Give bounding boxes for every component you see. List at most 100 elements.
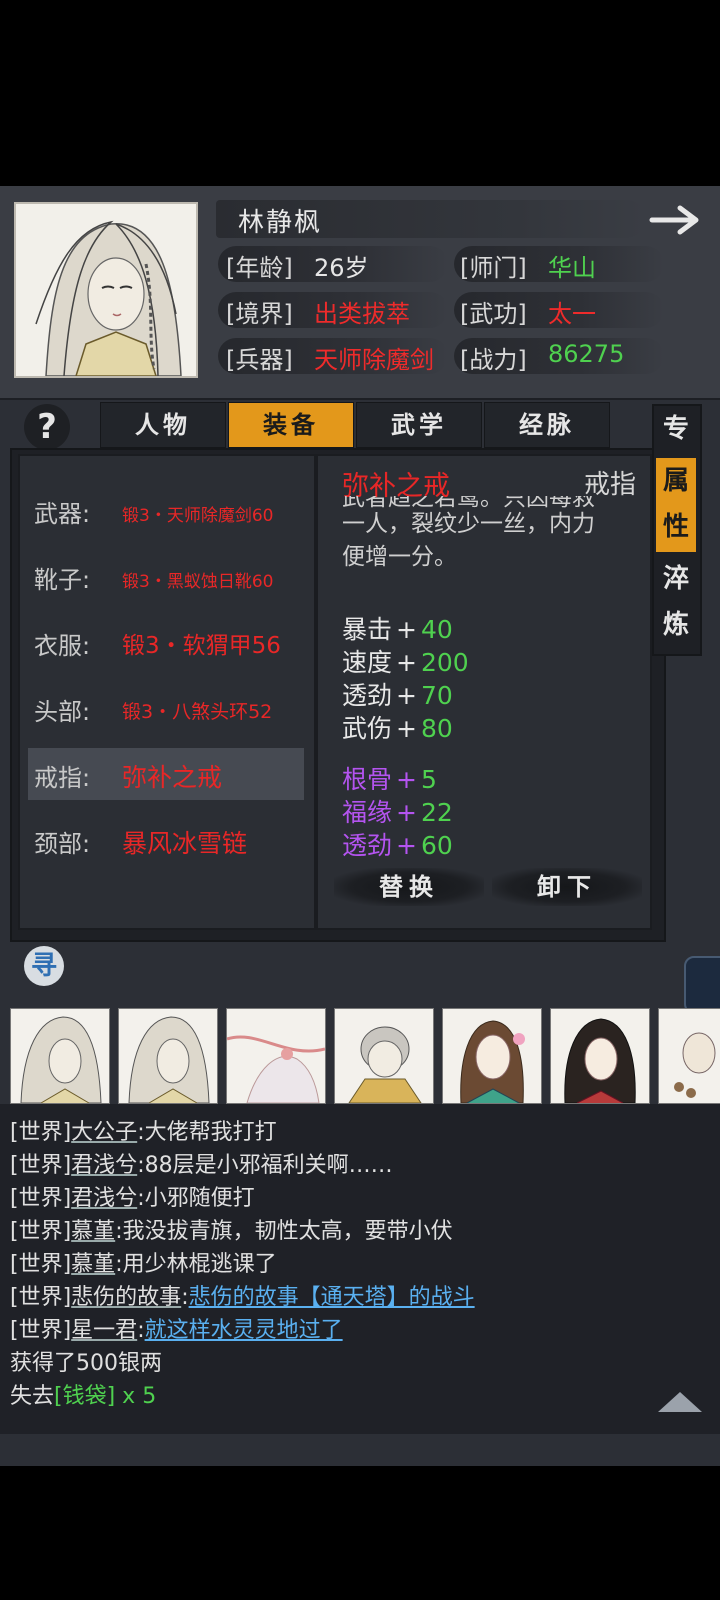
extra-bonus-row: 福缘 +22 xyxy=(342,793,453,829)
chat-link[interactable]: 就这样水灵灵地过了 xyxy=(145,1318,343,1343)
bonus-value: 60 xyxy=(420,831,453,860)
chat-line: [世界]君浅兮:小邪随便打 xyxy=(10,1180,255,1212)
slot-label: 衣服: xyxy=(34,632,91,660)
chat-user[interactable]: 悲伤的故事 xyxy=(71,1285,181,1310)
bonus-value: 200 xyxy=(420,648,469,677)
extra-bonus-row: 透劲 +60 xyxy=(342,826,453,862)
item-count: x 5 xyxy=(115,1384,157,1409)
stat-label-weapon: [兵器] xyxy=(226,346,293,374)
desc-line: 一人，裂纹少一丝，内力 xyxy=(342,511,595,537)
chat-channel: [世界] xyxy=(10,1120,72,1145)
side-tab-label: 淬炼 xyxy=(662,564,689,640)
party-avatar[interactable] xyxy=(658,1008,720,1104)
chat-log[interactable]: [世界]大公子:大佬帮我打打 [世界]君浅兮:88层是小邪福利关啊…… [世界]… xyxy=(0,1104,720,1434)
bonus-label: 透劲 xyxy=(342,681,393,710)
slot-item: 锻3・天师除魔剑60 xyxy=(122,506,274,526)
chat-user[interactable]: 慕堇 xyxy=(71,1219,115,1244)
slot-label: 颈部: xyxy=(34,830,91,858)
stat-value-age: 26岁 xyxy=(314,254,369,282)
party-avatar[interactable] xyxy=(442,1008,542,1104)
extra-bonus-row: 根骨 +5 xyxy=(342,760,437,796)
party-avatar[interactable] xyxy=(10,1008,110,1104)
scroll-up-icon[interactable] xyxy=(658,1392,702,1412)
system-text: 失去 xyxy=(10,1384,55,1409)
chat-line: [世界]悲伤的故事:悲伤的故事【通天塔】的战斗 xyxy=(10,1279,475,1311)
chat-user[interactable]: 君浅兮 xyxy=(71,1186,137,1211)
slot-label: 靴子: xyxy=(34,566,91,594)
bonus-value: 5 xyxy=(420,765,437,794)
desc-clipped-line: 武者趋之若鹜。只因每救 xyxy=(342,496,595,510)
bonus-label: 根骨 xyxy=(342,765,393,794)
chat-user[interactable]: 君浅兮 xyxy=(71,1153,137,1178)
side-menu-handle[interactable] xyxy=(684,956,720,1014)
bonus-value: 70 xyxy=(420,681,453,710)
bonus-value: 22 xyxy=(420,798,453,827)
stat-value-power: 86275 xyxy=(548,340,625,368)
bonus-plus: + xyxy=(396,648,417,677)
chat-text: :大佬帮我打打 xyxy=(137,1120,277,1145)
seek-icon[interactable]: 寻 xyxy=(24,946,64,986)
item-description[interactable]: 武者趋之若鹜。只因每救 一人，裂纹少一丝，内力 便增一分。 xyxy=(342,496,642,574)
chat-battle-link[interactable]: 悲伤的故事【通天塔】的战斗 xyxy=(189,1285,475,1310)
desc-line: 便增一分。 xyxy=(342,544,457,570)
bonus-value: 40 xyxy=(420,615,453,644)
bonus-plus: + xyxy=(396,714,417,743)
chat-user[interactable]: 星一君 xyxy=(71,1318,137,1343)
game-screen: 林静枫 [年龄] 26岁 [师门] 华山 [境界] 出类拔萃 [武功] 太一 [… xyxy=(0,186,720,1466)
chat-text: :88层是小邪福利关啊…… xyxy=(137,1153,393,1178)
stat-value-sect: 华山 xyxy=(548,254,596,282)
bonus-plus: + xyxy=(396,831,417,860)
equip-slot-armor[interactable]: 衣服: 锻3・软猬甲56 xyxy=(28,616,304,668)
tab-meridians[interactable]: 经脉 xyxy=(484,402,610,448)
arrow-right-icon[interactable] xyxy=(648,200,708,240)
bonus-row: 透劲 +70 xyxy=(342,676,453,712)
bonus-row: 武伤 +80 xyxy=(342,709,453,745)
equip-slot-head[interactable]: 头部: 锻3・八煞头环52 xyxy=(28,682,304,734)
bonus-plus: + xyxy=(396,765,417,794)
chat-channel: [世界] xyxy=(10,1285,72,1310)
side-tab-attributes[interactable]: 属性 xyxy=(656,458,696,552)
character-portrait xyxy=(14,202,198,378)
chat-channel: [世界] xyxy=(10,1186,72,1211)
slot-item: 暴风冰雪链 xyxy=(122,829,248,858)
equip-slot-weapon[interactable]: 武器: 锻3・天师除魔剑60 xyxy=(28,484,304,536)
equip-slot-ring[interactable]: 戒指: 弥补之戒 xyxy=(28,748,304,800)
chat-line: [世界]大公子:大佬帮我打打 xyxy=(10,1114,277,1146)
equip-slot-boots[interactable]: 靴子: 锻3・黑蚁蚀日靴60 xyxy=(28,550,304,602)
chat-user[interactable]: 大公子 xyxy=(71,1120,137,1145)
bonus-plus: + xyxy=(396,615,417,644)
side-tab-label: 属性 xyxy=(662,466,689,542)
slot-label: 武器: xyxy=(34,500,91,528)
chat-text: : xyxy=(137,1318,145,1343)
stat-value-weapon: 天师除魔剑 xyxy=(314,346,434,374)
tab-martial-arts[interactable]: 武学 xyxy=(356,402,482,448)
party-avatar[interactable] xyxy=(118,1008,218,1104)
equip-slot-neck[interactable]: 颈部: 暴风冰雪链 xyxy=(28,814,304,866)
party-avatar[interactable] xyxy=(334,1008,434,1104)
help-button[interactable]: ? xyxy=(24,404,70,450)
party-avatar-strip xyxy=(0,1008,720,1104)
slot-item: 锻3・软猬甲56 xyxy=(122,633,281,659)
chat-text: :小邪随便打 xyxy=(137,1186,255,1211)
party-avatar[interactable] xyxy=(550,1008,650,1104)
item-detail-panel: 弥补之戒 戒指 武者趋之若鹜。只因每救 一人，裂纹少一丝，内力 便增一分。 暴击… xyxy=(316,454,652,930)
replace-button[interactable]: 替换 xyxy=(334,868,484,906)
party-avatar[interactable] xyxy=(226,1008,326,1104)
chat-line: [世界]慕堇:我没拔青旗，韧性太高，要带小伏 xyxy=(10,1213,453,1245)
unequip-button[interactable]: 卸下 xyxy=(492,868,642,906)
item-link[interactable]: [钱袋] xyxy=(54,1384,115,1409)
stat-label-martial: [武功] xyxy=(460,300,527,328)
bonus-plus: + xyxy=(396,681,417,710)
chat-channel: [世界] xyxy=(10,1318,72,1343)
side-tab-special[interactable]: 专 xyxy=(656,406,696,454)
side-tab-label: 专 xyxy=(662,414,689,444)
tab-character[interactable]: 人物 xyxy=(100,402,226,448)
chat-user[interactable]: 慕堇 xyxy=(71,1252,115,1277)
tab-equipment[interactable]: 装备 xyxy=(228,402,354,448)
side-tab-refine[interactable]: 淬炼 xyxy=(656,556,696,650)
slot-item: 锻3・黑蚁蚀日靴60 xyxy=(122,572,274,592)
slot-item: 弥补之戒 xyxy=(122,763,223,792)
stat-value-martial: 太一 xyxy=(548,300,596,328)
bonus-label: 武伤 xyxy=(342,714,393,743)
chat-text: :用少林棍逃课了 xyxy=(115,1252,277,1277)
